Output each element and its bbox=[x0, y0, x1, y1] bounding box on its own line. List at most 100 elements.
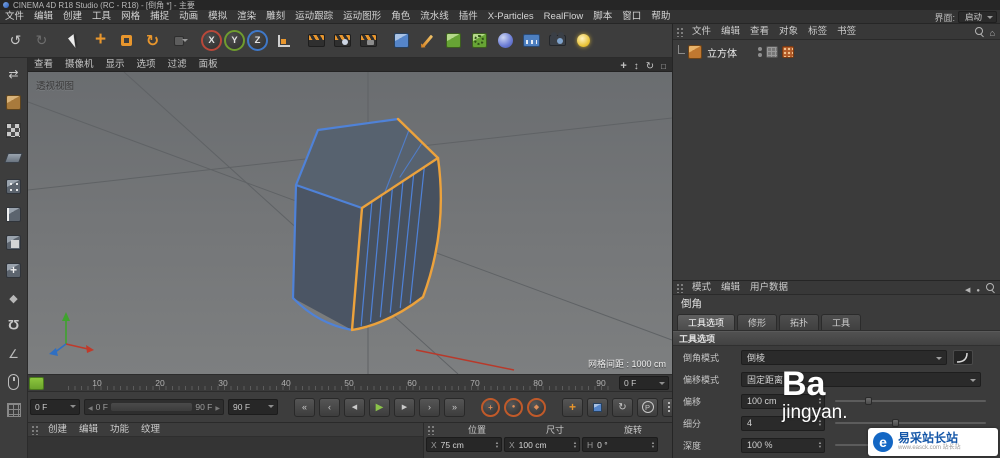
snap-button[interactable] bbox=[2, 314, 26, 338]
menu-item[interactable]: 对象 bbox=[774, 25, 803, 38]
spinner-icon[interactable] bbox=[573, 441, 577, 449]
live-selection-button[interactable] bbox=[62, 27, 87, 55]
subdivision-surface-button[interactable] bbox=[441, 27, 466, 55]
orbit-icon[interactable] bbox=[646, 56, 654, 74]
coordinate-system-button[interactable] bbox=[271, 27, 296, 55]
interface-dropdown[interactable]: 启动 bbox=[958, 11, 997, 23]
points-mode-button[interactable] bbox=[2, 174, 26, 198]
menu-item[interactable]: 动画 bbox=[174, 10, 203, 23]
key-rotation-toggle[interactable] bbox=[612, 398, 633, 417]
panel-grip-icon[interactable] bbox=[676, 283, 684, 293]
range-left-arrow-icon[interactable] bbox=[88, 402, 93, 412]
object-tree[interactable]: 立方体 bbox=[673, 40, 1000, 280]
phong-tag-icon[interactable] bbox=[782, 46, 794, 58]
next-frame-button[interactable] bbox=[394, 398, 415, 417]
model-mode-button[interactable] bbox=[2, 90, 26, 114]
menu-item[interactable]: 脚本 bbox=[588, 10, 617, 23]
spinner-icon[interactable] bbox=[651, 441, 655, 449]
camera-button[interactable] bbox=[545, 27, 570, 55]
visibility-dots-icon[interactable] bbox=[758, 47, 762, 57]
attribute-tab[interactable]: 拓扑 bbox=[779, 314, 819, 330]
menu-item[interactable]: 角色 bbox=[386, 10, 415, 23]
move-tool-button[interactable] bbox=[88, 27, 113, 55]
menu-item[interactable]: 雕刻 bbox=[261, 10, 290, 23]
home-icon[interactable] bbox=[990, 23, 995, 41]
panel-grip-icon[interactable] bbox=[676, 27, 684, 37]
environment-button[interactable] bbox=[519, 27, 544, 55]
generator-button[interactable] bbox=[467, 27, 492, 55]
rotate-tool-button[interactable] bbox=[140, 27, 165, 55]
object-row[interactable]: 立方体 bbox=[673, 44, 1000, 60]
menu-item[interactable]: 显示 bbox=[100, 58, 131, 71]
history-back-icon[interactable] bbox=[965, 279, 970, 297]
menu-item[interactable]: 查看 bbox=[28, 58, 59, 71]
spinner-icon[interactable] bbox=[818, 419, 822, 427]
attribute-tab[interactable]: 修形 bbox=[737, 314, 777, 330]
menu-item[interactable]: 编辑 bbox=[29, 10, 58, 23]
cube-object-icon[interactable] bbox=[688, 45, 702, 59]
menu-item[interactable]: 运动跟踪 bbox=[290, 10, 338, 23]
menu-item[interactable]: 标签 bbox=[803, 25, 832, 38]
menu-item[interactable]: 流水线 bbox=[415, 10, 454, 23]
menu-item[interactable]: 过滤 bbox=[162, 58, 193, 71]
primitive-cube-button[interactable] bbox=[389, 27, 414, 55]
key-parameter-toggle[interactable]: P bbox=[637, 398, 658, 417]
menu-item[interactable]: 纹理 bbox=[135, 423, 166, 436]
spinner-icon[interactable] bbox=[495, 441, 499, 449]
lock-icon[interactable] bbox=[976, 279, 980, 297]
menu-item[interactable]: 模拟 bbox=[203, 10, 232, 23]
menu-item[interactable]: 用户数据 bbox=[745, 281, 793, 294]
pen-tool-button[interactable] bbox=[415, 27, 440, 55]
toggle-views-icon[interactable] bbox=[661, 56, 666, 74]
light-button[interactable] bbox=[571, 27, 596, 55]
previous-key-button[interactable] bbox=[319, 398, 340, 417]
offset-field[interactable]: 100 cm bbox=[741, 394, 825, 409]
attribute-tab[interactable]: 工具选项 bbox=[677, 314, 735, 330]
menu-item[interactable]: 文件 bbox=[0, 10, 29, 23]
quantize-button[interactable] bbox=[2, 342, 26, 366]
panel-grip-icon[interactable] bbox=[31, 425, 39, 435]
next-key-button[interactable] bbox=[419, 398, 440, 417]
coordinate-field[interactable]: X 75 cm bbox=[426, 437, 502, 452]
play-button[interactable] bbox=[369, 398, 390, 417]
menu-item[interactable]: 编辑 bbox=[73, 423, 104, 436]
menu-item[interactable]: 书签 bbox=[832, 25, 861, 38]
coordinate-field[interactable]: X 100 cm bbox=[504, 437, 580, 452]
last-tool-button[interactable] bbox=[166, 27, 191, 55]
visibility-dot[interactable] bbox=[758, 47, 762, 51]
menu-item[interactable]: 查看 bbox=[745, 25, 774, 38]
viewport-canvas[interactable] bbox=[28, 72, 672, 374]
menu-item[interactable]: 工具 bbox=[87, 10, 116, 23]
display-tag-icon[interactable] bbox=[766, 46, 778, 58]
timeline-playhead[interactable] bbox=[29, 377, 44, 390]
render-picture-viewer-button[interactable] bbox=[330, 27, 355, 55]
menu-item[interactable]: 选项 bbox=[131, 58, 162, 71]
menu-item[interactable]: 摄像机 bbox=[59, 58, 100, 71]
render-view-button[interactable] bbox=[304, 27, 329, 55]
menu-item[interactable]: 窗口 bbox=[617, 10, 646, 23]
menu-item[interactable]: 面板 bbox=[193, 58, 224, 71]
pan-icon[interactable] bbox=[620, 56, 626, 74]
range-bar[interactable] bbox=[111, 403, 192, 411]
search-icon[interactable] bbox=[986, 283, 995, 292]
depth-field[interactable]: 100 % bbox=[741, 438, 825, 453]
zoom-icon[interactable] bbox=[634, 56, 639, 74]
menu-item[interactable]: 帮助 bbox=[646, 10, 675, 23]
goto-start-button[interactable] bbox=[294, 398, 315, 417]
spinner-icon[interactable] bbox=[818, 441, 822, 449]
preview-range-slider[interactable]: 0 F 90 F bbox=[84, 399, 224, 415]
menu-item[interactable]: 编辑 bbox=[716, 25, 745, 38]
menu-item[interactable]: RealFlow bbox=[539, 10, 589, 23]
spinner-icon[interactable] bbox=[818, 397, 822, 405]
key-position-toggle[interactable] bbox=[562, 398, 583, 417]
grid-settings-button[interactable] bbox=[2, 398, 26, 422]
offset-slider[interactable] bbox=[835, 400, 986, 402]
workplane-mode-button[interactable] bbox=[2, 146, 26, 170]
menu-item[interactable]: 创建 bbox=[58, 10, 87, 23]
current-frame-field[interactable]: 0 F bbox=[619, 376, 669, 390]
bevel-mode-dropdown[interactable]: 倒棱 bbox=[741, 350, 947, 365]
object-name[interactable]: 立方体 bbox=[705, 45, 739, 60]
menu-item[interactable]: 创建 bbox=[42, 423, 73, 436]
subdivision-slider[interactable] bbox=[835, 422, 986, 424]
menu-item[interactable]: 编辑 bbox=[716, 281, 745, 294]
